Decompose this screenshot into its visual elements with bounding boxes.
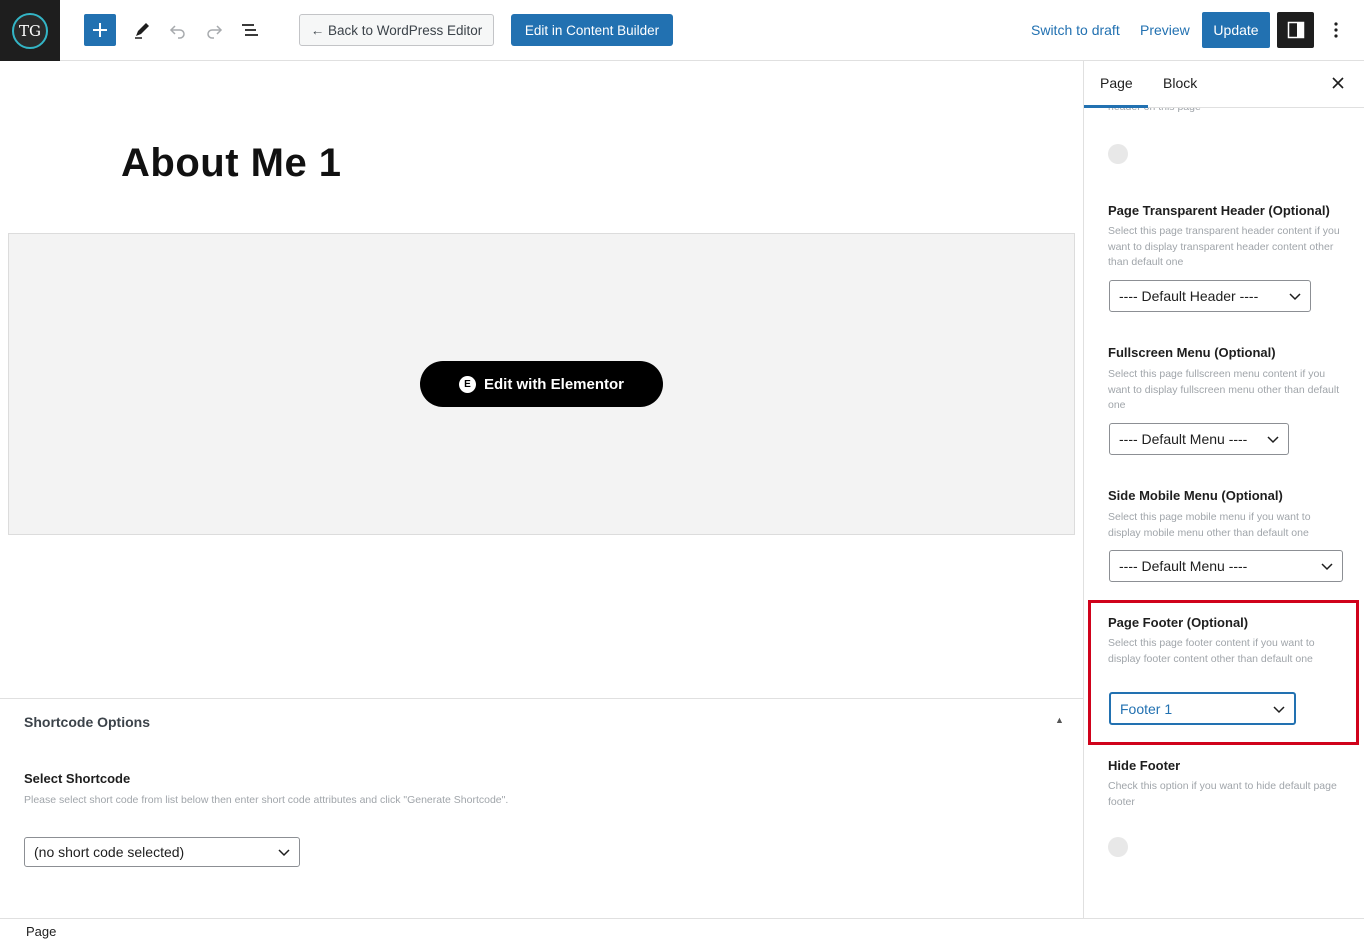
transparent-header-select[interactable]: ---- Default Header ---- [1109,280,1311,312]
undo-icon [169,25,185,39]
list-view-icon [242,24,258,36]
site-logo-button[interactable]: TG [0,0,60,61]
collapse-arrow-icon[interactable]: ▲ [1055,715,1064,725]
select-shortcode-help: Please select short code from list below… [24,794,509,806]
side-mobile-menu-label: Side Mobile Menu (Optional) [1108,488,1283,503]
back-to-wordpress-editor-button[interactable]: ← Back to WordPress Editor [299,14,494,46]
block-breadcrumb-bar: Page [0,918,1364,943]
transparent-header-value: ---- Default Header ---- [1119,288,1259,304]
settings-sidebar-toggle[interactable] [1277,12,1314,48]
chevron-down-icon [1289,293,1301,301]
page-footer-label: Page Footer (Optional) [1108,615,1249,630]
select-shortcode-label: Select Shortcode [24,771,131,786]
side-mobile-menu-select[interactable]: ---- Default Menu ---- [1109,550,1343,582]
elementor-placeholder: E Edit with Elementor [8,233,1075,535]
options-menu-button[interactable] [1322,14,1350,46]
add-block-button[interactable] [84,14,116,46]
page-footer-value: Footer 1 [1120,700,1173,717]
chevron-down-icon [1267,436,1279,444]
chevron-down-icon [1273,705,1285,713]
redo-button[interactable] [198,14,230,46]
editor-header: TG ← Back to WordPress Editor Edit in Co… [0,0,1364,61]
undo-button[interactable] [162,14,194,46]
tab-block[interactable]: Block [1163,75,1197,91]
close-icon [1332,77,1344,89]
editor-canvas: About Me 1 E Edit with Elementor Shortco… [0,61,1083,918]
elementor-icon: E [458,375,476,393]
pencil-icon [135,23,149,39]
hide-footer-help: Check this option if you want to hide de… [1108,780,1337,808]
fullscreen-menu-label: Fullscreen Menu (Optional) [1108,345,1276,360]
switch-to-draft-button[interactable]: Switch to draft [1031,14,1120,46]
edit-with-elementor-button[interactable]: E Edit with Elementor [420,361,663,407]
fullscreen-menu-help: Select this page fullscreen menu content… [1108,368,1340,411]
active-tab-indicator [1084,105,1148,108]
page-footer-help: Select this page footer content if you w… [1108,637,1315,665]
chevron-down-icon [1321,563,1333,571]
site-logo-icon: TG [12,12,48,49]
settings-sidebar: Page Block header on this page Page Tran… [1083,61,1364,918]
shortcode-select-value: (no short code selected) [34,844,185,860]
tab-page[interactable]: Page [1100,75,1133,91]
transparent-header-help: Select this page transparent header cont… [1108,225,1340,268]
document-overview-button[interactable] [234,14,266,46]
more-vertical-icon [1334,22,1338,38]
chevron-down-icon [278,849,290,857]
update-button[interactable]: Update [1202,12,1270,48]
plus-icon [93,23,107,37]
side-mobile-menu-value: ---- Default Menu ---- [1119,558,1248,574]
transparent-header-label: Page Transparent Header (Optional) [1108,203,1330,218]
hide-header-toggle[interactable] [1108,144,1128,164]
page-title[interactable]: About Me 1 [121,141,342,186]
fullscreen-menu-value: ---- Default Menu ---- [1119,431,1248,447]
edit-in-content-builder-button[interactable]: Edit in Content Builder [511,14,673,46]
shortcode-select[interactable]: (no short code selected) [24,837,300,867]
page-footer-select[interactable]: Footer 1 [1109,692,1296,725]
sidebar-icon [1287,21,1304,39]
hide-footer-toggle[interactable] [1108,837,1128,857]
preview-button[interactable]: Preview [1140,14,1190,46]
tools-button[interactable] [126,14,158,46]
fullscreen-menu-select[interactable]: ---- Default Menu ---- [1109,423,1289,455]
edit-with-elementor-label: Edit with Elementor [483,375,624,393]
shortcode-options-title[interactable]: Shortcode Options [24,714,150,730]
close-sidebar-button[interactable] [1328,73,1348,93]
side-mobile-menu-help: Select this page mobile menu if you want… [1108,511,1311,539]
hide-footer-label: Hide Footer [1108,758,1181,773]
breadcrumb-page[interactable]: Page [26,924,56,939]
sidebar-tabs: Page Block [1084,61,1364,108]
redo-icon [207,25,223,39]
shortcode-options-panel: Shortcode Options ▲ Select Shortcode Ple… [0,698,1083,918]
